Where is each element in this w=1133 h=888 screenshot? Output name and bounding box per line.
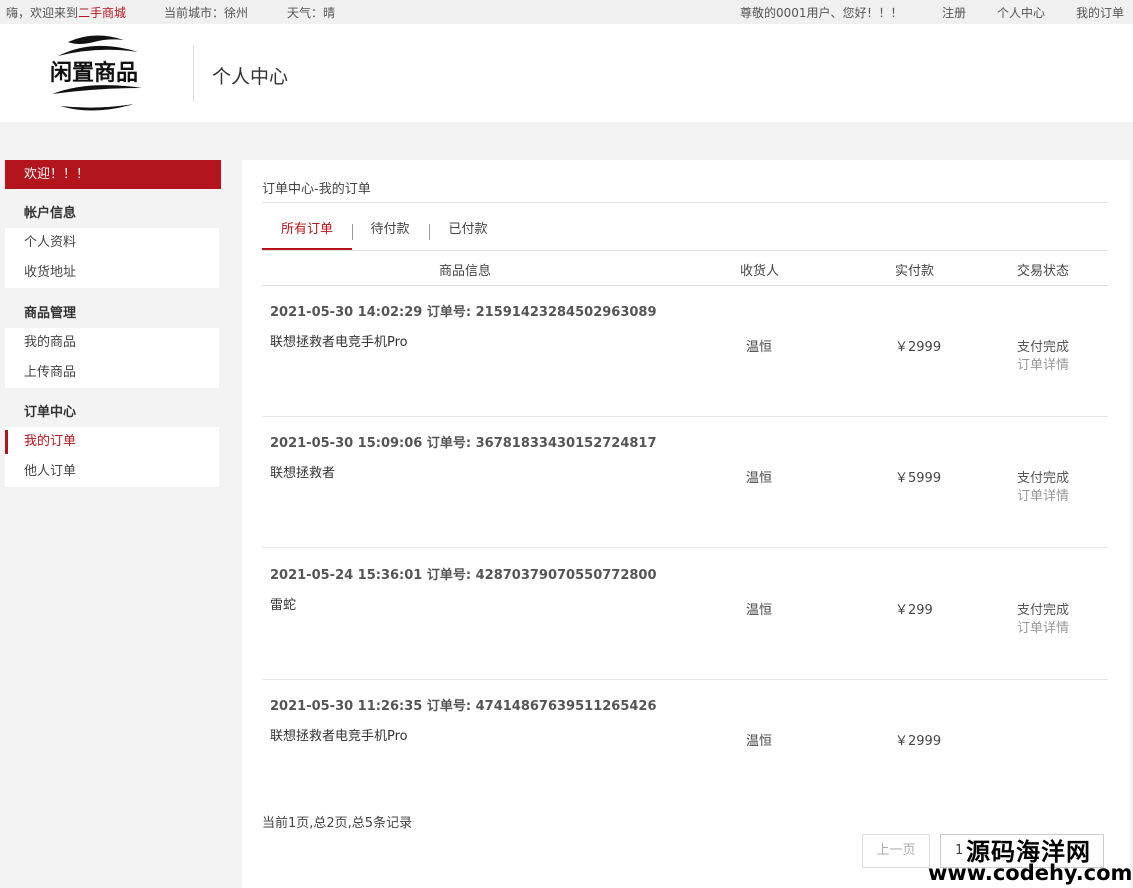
personal-center-link[interactable]: 个人中心: [997, 4, 1045, 21]
header-divider: [193, 46, 194, 102]
tab-separator: [429, 224, 430, 240]
paid-amount: ￥5999: [895, 471, 942, 486]
order-row: 2021-05-30 14:02:29 订单号: 215914232845029…: [262, 286, 1108, 417]
header: 闲置商品 个人中心: [0, 24, 1133, 122]
order-row: 2021-05-30 15:09:06 订单号: 367818334301527…: [262, 417, 1108, 548]
product-name[interactable]: 雷蛇: [270, 594, 296, 613]
product-name[interactable]: 联想拯救者电竞手机Pro: [270, 725, 408, 744]
sidebar-head-goods: 商品管理: [5, 299, 219, 328]
user-greeting: 尊敬的0001用户、您好！！！: [740, 6, 903, 20]
trade-status: 支付完成: [1017, 471, 1070, 486]
weather-info: 天气：晴: [287, 6, 336, 20]
pagination-info: 当前1页,总2页,总5条记录: [262, 816, 413, 831]
receiver-name: 温恒: [746, 340, 773, 355]
order-meta: 2021-05-30 14:02:29 订单号: 215914232845029…: [270, 305, 657, 320]
paid-amount: ￥2999: [895, 340, 942, 355]
site-logo[interactable]: 闲置商品: [38, 32, 150, 116]
sidebar-item-address[interactable]: 收货地址: [5, 258, 219, 288]
trade-status: 支付完成: [1017, 340, 1070, 355]
breadcrumb-divider: [262, 202, 1108, 203]
sidebar-item-my-goods[interactable]: 我的商品: [5, 328, 219, 358]
column-paid-amount: 实付款: [895, 264, 935, 279]
site-name-link[interactable]: 二手商城: [78, 6, 126, 20]
order-row: 2021-05-30 11:26:35 订单号: 474148676395112…: [262, 680, 1108, 810]
sidebar-item-others-orders[interactable]: 他人订单: [5, 457, 219, 487]
column-product-info: 商品信息: [439, 264, 492, 279]
sidebar-item-profile[interactable]: 个人资料: [5, 228, 219, 258]
product-name[interactable]: 联想拯救者电竞手机Pro: [270, 331, 408, 350]
order-tabs: 所有订单 待付款 已付款: [262, 212, 1108, 251]
product-name[interactable]: 联想拯救者: [270, 462, 335, 481]
paid-amount: ￥2999: [895, 734, 942, 749]
breadcrumb: 订单中心-我的订单: [262, 182, 371, 197]
tab-paid[interactable]: 已付款: [436, 212, 500, 248]
greeting-text: 嗨，欢迎来到二手商城: [6, 6, 127, 20]
order-detail-link[interactable]: 订单详情: [1017, 485, 1069, 504]
sidebar-head-account: 帐户信息: [5, 199, 219, 228]
order-meta: 2021-05-24 15:36:01 订单号: 428703790705507…: [270, 568, 657, 583]
receiver-name: 温恒: [746, 603, 773, 618]
receiver-name: 温恒: [746, 471, 773, 486]
city-info: 当前城市：徐州: [164, 6, 249, 20]
tab-separator: [352, 224, 353, 240]
tab-all-orders[interactable]: 所有订单: [262, 212, 352, 250]
receiver-name: 温恒: [746, 734, 773, 749]
register-link[interactable]: 注册: [942, 4, 966, 21]
order-meta: 2021-05-30 15:09:06 订单号: 367818334301527…: [270, 436, 657, 451]
sidebar-item-my-orders[interactable]: 我的订单: [5, 427, 219, 457]
orders-panel: 订单中心-我的订单 所有订单 待付款 已付款 商品信息 收货人 实付款 交易状态…: [242, 160, 1130, 888]
orders-table-header: 商品信息 收货人 实付款 交易状态: [262, 251, 1108, 286]
order-row: 2021-05-24 15:36:01 订单号: 428703790705507…: [262, 549, 1108, 680]
top-bar: 嗨，欢迎来到二手商城 当前城市：徐州 天气：晴 尊敬的0001用户、您好！！！ …: [0, 0, 1133, 24]
my-orders-link[interactable]: 我的订单: [1076, 4, 1124, 21]
watermark: 源码海洋网 www.codehy.com: [918, 828, 1132, 886]
trade-status: 支付完成: [1017, 603, 1070, 618]
sidebar-item-upload-goods[interactable]: 上传商品: [5, 358, 219, 388]
column-receiver: 收货人: [740, 264, 780, 279]
sidebar-group-goods: 商品管理 我的商品 上传商品: [5, 299, 219, 388]
sidebar-group-account: 帐户信息 个人资料 收货地址: [5, 199, 219, 288]
column-trade-status: 交易状态: [1017, 264, 1070, 279]
order-detail-link[interactable]: 订单详情: [1017, 354, 1069, 373]
order-meta: 2021-05-30 11:26:35 订单号: 474148676395112…: [270, 699, 657, 714]
order-detail-link[interactable]: 订单详情: [1017, 617, 1069, 636]
sidebar-head-orders: 订单中心: [5, 398, 219, 427]
paid-amount: ￥299: [895, 603, 933, 618]
page-title: 个人中心: [212, 66, 289, 88]
tab-pending-payment[interactable]: 待付款: [358, 212, 422, 248]
svg-text:闲置商品: 闲置商品: [50, 60, 138, 86]
sidebar-group-orders: 订单中心 我的订单 他人订单: [5, 398, 219, 487]
sidebar-welcome: 欢迎！！！: [5, 160, 221, 189]
watermark-en: www.codehy.com: [928, 861, 1133, 885]
